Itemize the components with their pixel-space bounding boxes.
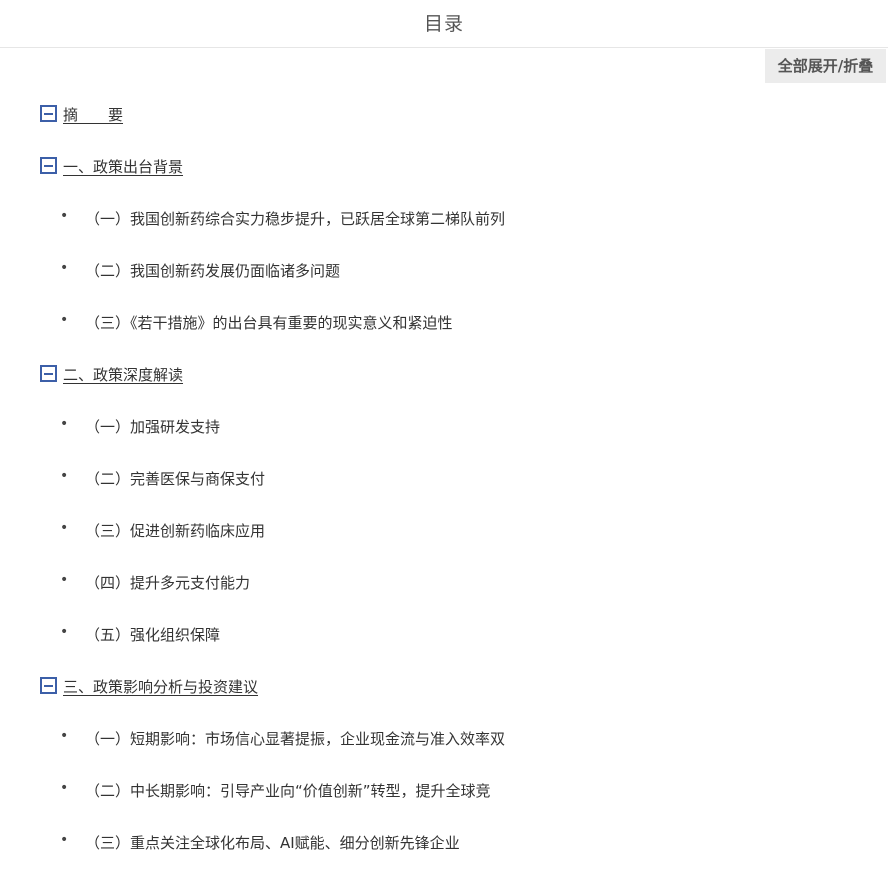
bullet-icon: •: [60, 208, 69, 224]
toc-item: • （一）我国创新药综合实力稳步提升，已跃居全球第二梯队前列: [0, 193, 888, 245]
toc-item-link[interactable]: （五）强化组织保障: [85, 624, 220, 645]
toc-item: • （二）完善医保与商保支付: [0, 453, 888, 505]
bullet-icon: •: [60, 572, 69, 588]
toc-section: 摘 要: [0, 89, 888, 141]
page-title: 目录: [423, 13, 464, 35]
toc-section: 二、政策深度解读: [0, 349, 888, 401]
toc-item: • （五）强化组织保障: [0, 609, 888, 661]
minus-square-icon[interactable]: [40, 105, 57, 122]
toc-item-link[interactable]: （三）《若干措施》的出台具有重要的现实意义和紧迫性: [85, 312, 453, 333]
toc-item: • （三）促进创新药临床应用: [0, 505, 888, 557]
bullet-icon: •: [60, 312, 69, 328]
toc-section-link[interactable]: 二、政策深度解读: [63, 364, 183, 385]
toc-item: • （一）短期影响：市场信心显著提振，企业现金流与准入效率双: [0, 713, 888, 765]
minus-square-icon[interactable]: [40, 677, 57, 694]
toc-item-link[interactable]: （一）短期影响：市场信心显著提振，企业现金流与准入效率双: [85, 728, 505, 749]
toc-item-link[interactable]: （一）加强研发支持: [85, 416, 220, 437]
toc-section-link[interactable]: 三、政策影响分析与投资建议: [63, 676, 258, 697]
toc-item: • （四）提升多元支付能力: [0, 557, 888, 609]
bullet-icon: •: [60, 520, 69, 536]
toc-item-link[interactable]: （二）我国创新药发展仍面临诸多问题: [85, 260, 340, 281]
table-of-contents: 摘 要 一、政策出台背景 • （一）我国创新药综合实力稳步提升，已跃居全球第二梯…: [0, 89, 888, 869]
toc-item-link[interactable]: （二）中长期影响：引导产业向“价值创新”转型，提升全球竞: [85, 780, 491, 801]
toc-section-link[interactable]: 一、政策出台背景: [63, 156, 183, 177]
bullet-icon: •: [60, 832, 69, 848]
toc-section-link[interactable]: 摘 要: [63, 104, 123, 125]
bullet-icon: •: [60, 416, 69, 432]
bullet-icon: •: [60, 780, 69, 796]
bullet-icon: •: [60, 260, 69, 276]
toc-item-link[interactable]: （三）促进创新药临床应用: [85, 520, 265, 541]
toc-item: • （一）加强研发支持: [0, 401, 888, 453]
toc-item-link[interactable]: （四）提升多元支付能力: [85, 572, 250, 593]
toc-section: 一、政策出台背景: [0, 141, 888, 193]
bullet-icon: •: [60, 728, 69, 744]
toc-item-link[interactable]: （一）我国创新药综合实力稳步提升，已跃居全球第二梯队前列: [85, 208, 505, 229]
toc-item: • （二）我国创新药发展仍面临诸多问题: [0, 245, 888, 297]
minus-square-icon[interactable]: [40, 365, 57, 382]
bullet-icon: •: [60, 624, 69, 640]
toc-item-link[interactable]: （二）完善医保与商保支付: [85, 468, 265, 489]
toc-item: • （三）重点关注全球化布局、AI赋能、细分创新先锋企业: [0, 817, 888, 869]
expand-collapse-all-button[interactable]: 全部展开/折叠: [765, 49, 886, 83]
toc-section: 三、政策影响分析与投资建议: [0, 661, 888, 713]
toc-item-link[interactable]: （三）重点关注全球化布局、AI赋能、细分创新先锋企业: [85, 832, 460, 853]
toc-item: • （三）《若干措施》的出台具有重要的现实意义和紧迫性: [0, 297, 888, 349]
bullet-icon: •: [60, 468, 69, 484]
toc-item: • （二）中长期影响：引导产业向“价值创新”转型，提升全球竞: [0, 765, 888, 817]
minus-square-icon[interactable]: [40, 157, 57, 174]
page-header: 目录: [0, 0, 888, 48]
